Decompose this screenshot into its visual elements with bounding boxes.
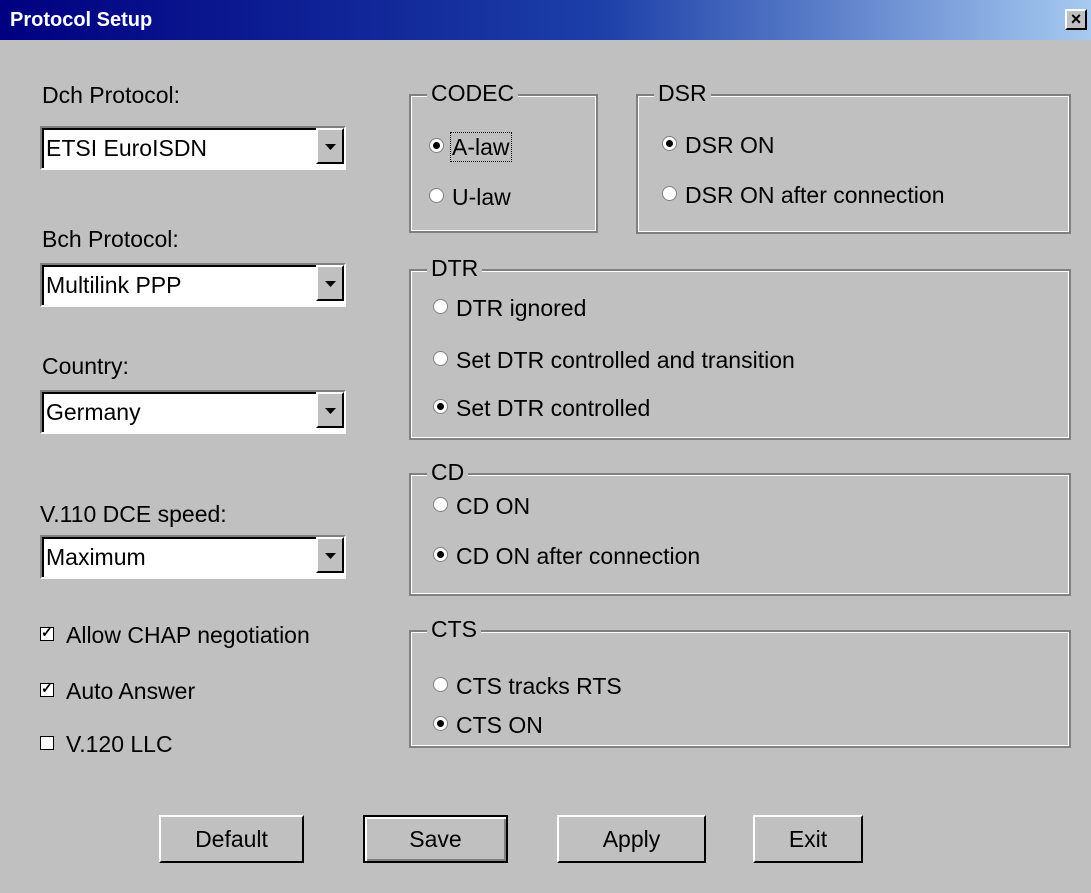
codec-a-law-label: A-law xyxy=(450,132,512,162)
dtr-ignored-radio[interactable]: DTR ignored xyxy=(433,295,586,322)
bch-protocol-select[interactable]: Multilink PPP xyxy=(40,263,346,307)
close-button[interactable]: × xyxy=(1065,9,1087,30)
radio-selected-icon xyxy=(433,399,448,414)
cd-on-after-connection-label: CD ON after connection xyxy=(456,543,701,569)
radio-unselected-icon xyxy=(662,186,677,201)
chevron-down-icon xyxy=(325,144,336,150)
country-value: Germany xyxy=(46,399,141,425)
cd-on-label: CD ON xyxy=(456,493,531,519)
radio-unselected-icon xyxy=(433,299,448,314)
cts-tracks-rts-label: CTS tracks RTS xyxy=(456,673,622,699)
radio-unselected-icon xyxy=(433,677,448,692)
dtr-controlled-label: Set DTR controlled xyxy=(456,395,651,421)
v120-llc-checkbox[interactable]: V.120 LLC xyxy=(40,731,173,758)
radio-selected-icon xyxy=(429,138,444,153)
dch-protocol-value: ETSI EuroISDN xyxy=(46,135,208,161)
allow-chap-checkbox[interactable]: Allow CHAP negotiation xyxy=(40,622,310,649)
apply-button[interactable]: Apply xyxy=(557,815,706,863)
checkbox-checked-icon xyxy=(40,680,54,697)
bch-protocol-value: Multilink PPP xyxy=(46,272,182,298)
cts-group-title: CTS xyxy=(427,616,481,643)
v110-dce-speed-label: V.110 DCE speed: xyxy=(40,501,227,527)
protocol-setup-dialog: Protocol Setup × Dch Protocol: ETSI Euro… xyxy=(0,0,1091,893)
checkbox-checked-icon xyxy=(40,624,54,641)
dtr-group-title: DTR xyxy=(427,255,483,282)
allow-chap-label: Allow CHAP negotiation xyxy=(66,622,310,648)
dsr-on-after-connection-radio[interactable]: DSR ON after connection xyxy=(662,182,945,209)
default-button[interactable]: Default xyxy=(159,815,304,863)
exit-button[interactable]: Exit xyxy=(753,815,863,863)
dtr-controlled-transition-radio[interactable]: Set DTR controlled and transition xyxy=(433,347,795,374)
cts-on-radio[interactable]: CTS ON xyxy=(433,712,543,739)
dtr-controlled-transition-label: Set DTR controlled and transition xyxy=(456,347,795,373)
radio-unselected-icon xyxy=(433,497,448,512)
v110-dce-speed-select[interactable]: Maximum xyxy=(40,535,346,579)
codec-u-law-label: U-law xyxy=(452,184,511,210)
bch-protocol-dropdown-button[interactable] xyxy=(316,265,344,301)
country-label: Country: xyxy=(42,353,129,379)
checkbox-unchecked-icon xyxy=(40,735,54,750)
dch-protocol-dropdown-button[interactable] xyxy=(316,128,344,164)
radio-unselected-icon xyxy=(429,188,444,203)
radio-selected-icon xyxy=(662,136,677,151)
cts-on-label: CTS ON xyxy=(456,712,543,738)
cd-group: CD CD ON CD ON after connection xyxy=(409,459,1071,596)
country-dropdown-button[interactable] xyxy=(316,392,344,428)
auto-answer-label: Auto Answer xyxy=(66,678,196,704)
chevron-down-icon xyxy=(325,408,336,414)
radio-unselected-icon xyxy=(433,351,448,366)
radio-selected-icon xyxy=(433,547,448,562)
dsr-on-radio[interactable]: DSR ON xyxy=(662,132,774,159)
dsr-group: DSR DSR ON DSR ON after connection xyxy=(636,80,1071,234)
country-select[interactable]: Germany xyxy=(40,390,346,434)
dch-protocol-select[interactable]: ETSI EuroISDN xyxy=(40,126,346,170)
title-bar[interactable]: Protocol Setup × xyxy=(0,0,1091,40)
bch-protocol-label: Bch Protocol: xyxy=(42,226,179,252)
dtr-ignored-label: DTR ignored xyxy=(456,295,587,321)
auto-answer-checkbox[interactable]: Auto Answer xyxy=(40,678,195,705)
cts-tracks-rts-radio[interactable]: CTS tracks RTS xyxy=(433,673,622,700)
window-title: Protocol Setup xyxy=(10,9,153,31)
radio-selected-icon xyxy=(433,716,448,731)
codec-group-title: CODEC xyxy=(427,80,519,107)
codec-a-law-radio[interactable]: A-law xyxy=(429,132,512,162)
codec-group: CODEC A-law U-law xyxy=(409,80,598,233)
chevron-down-icon xyxy=(325,553,336,559)
v110-dce-speed-dropdown-button[interactable] xyxy=(316,537,344,573)
dch-protocol-label: Dch Protocol: xyxy=(42,82,181,108)
dsr-on-after-connection-label: DSR ON after connection xyxy=(685,182,945,208)
codec-u-law-radio[interactable]: U-law xyxy=(429,184,511,211)
dtr-controlled-radio[interactable]: Set DTR controlled xyxy=(433,395,650,422)
dsr-on-label: DSR ON xyxy=(685,132,775,158)
save-button[interactable]: Save xyxy=(363,815,508,863)
v110-dce-speed-value: Maximum xyxy=(46,544,146,570)
chevron-down-icon xyxy=(325,281,336,287)
dsr-group-title: DSR xyxy=(654,80,711,107)
v120-llc-label: V.120 LLC xyxy=(66,731,173,757)
cd-on-after-connection-radio[interactable]: CD ON after connection xyxy=(433,543,700,570)
cts-group: CTS CTS tracks RTS CTS ON xyxy=(409,616,1071,748)
dtr-group: DTR DTR ignored Set DTR controlled and t… xyxy=(409,255,1071,440)
cd-group-title: CD xyxy=(427,459,469,486)
cd-on-radio[interactable]: CD ON xyxy=(433,493,530,520)
